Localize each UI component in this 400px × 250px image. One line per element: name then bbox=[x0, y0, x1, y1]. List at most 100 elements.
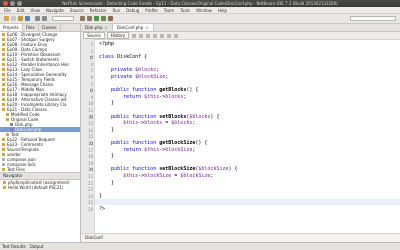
menu-view[interactable]: View bbox=[30, 8, 40, 13]
toggle-bookmark-icon[interactable] bbox=[152, 33, 157, 38]
tab-classes[interactable]: Classes bbox=[39, 24, 61, 31]
close-tab-icon[interactable]: × bbox=[104, 24, 107, 31]
function-icon bbox=[3, 181, 6, 184]
tab-test-results[interactable]: Test Results bbox=[2, 244, 26, 249]
back-icon[interactable] bbox=[131, 33, 136, 38]
comment-icon[interactable] bbox=[173, 33, 178, 38]
debug-icon[interactable] bbox=[101, 16, 106, 21]
open-project-icon[interactable] bbox=[18, 16, 23, 21]
profile-icon[interactable] bbox=[108, 16, 113, 21]
navigator-item-label: Hello World (default PSC21) bbox=[8, 185, 64, 190]
tab-diskconf-php[interactable]: DiskConf.php × bbox=[112, 24, 154, 31]
line-number: 21 bbox=[88, 174, 93, 179]
code-line: private $blocks; bbox=[111, 67, 160, 74]
folder-icon bbox=[6, 133, 9, 136]
line-number-gutter: 1234567891011121314151617181920212223242… bbox=[81, 39, 95, 234]
fold-toggle-icon[interactable] bbox=[90, 55, 93, 59]
shift-left-icon[interactable] bbox=[159, 33, 164, 38]
fold-toggle-icon[interactable] bbox=[90, 115, 93, 119]
menu-run[interactable]: Run bbox=[112, 8, 120, 13]
code-line: } bbox=[99, 179, 115, 186]
menu-team[interactable]: Team bbox=[164, 8, 175, 13]
find-icon[interactable] bbox=[145, 33, 150, 38]
code-line: ?> bbox=[99, 206, 106, 212]
code-line: public function setBlockSize($blockSize)… bbox=[111, 166, 238, 173]
line-number: 18 bbox=[88, 154, 93, 160]
history-view-button[interactable]: History bbox=[106, 32, 129, 39]
main-toolbar bbox=[0, 14, 400, 24]
tab-label: DiskConf.php bbox=[116, 25, 144, 30]
source-view-button[interactable]: Source bbox=[83, 32, 105, 39]
menu-debug[interactable]: Debug bbox=[126, 8, 139, 13]
new-file-icon[interactable] bbox=[11, 16, 16, 21]
code-line: public function setBlocks($blocks) { bbox=[111, 113, 220, 120]
redo-icon[interactable] bbox=[42, 16, 47, 21]
navigator-item[interactable]: Hello World (default PSC21) bbox=[0, 185, 80, 190]
folder-icon bbox=[2, 53, 5, 56]
menu-tools[interactable]: Tools bbox=[180, 8, 190, 13]
tab-output[interactable]: Output bbox=[30, 244, 44, 249]
folder-icon bbox=[2, 108, 5, 111]
line-number: 5 bbox=[90, 68, 93, 74]
editor-panel: Disk.php × DiskConf.php × Source History… bbox=[81, 24, 400, 242]
tab-projects[interactable]: Projects bbox=[0, 24, 23, 31]
code-line: } bbox=[99, 126, 115, 133]
code-line: class DiskConf { bbox=[99, 54, 148, 61]
function-icon bbox=[3, 186, 6, 189]
forward-icon[interactable] bbox=[138, 33, 143, 38]
folder-icon bbox=[2, 48, 5, 51]
line-number: 25 bbox=[88, 200, 93, 206]
editor-tabs: Disk.php × DiskConf.php × bbox=[81, 24, 400, 32]
folder-icon bbox=[2, 98, 5, 101]
folder-icon bbox=[2, 148, 5, 151]
folder-icon bbox=[2, 103, 5, 106]
shift-right-icon[interactable] bbox=[166, 33, 171, 38]
code-line: } bbox=[99, 153, 115, 160]
run-icon[interactable] bbox=[94, 16, 99, 21]
menu-navigate[interactable]: Navigate bbox=[46, 8, 64, 13]
quick-search-input[interactable] bbox=[350, 16, 396, 21]
breadcrumb: DiskConf bbox=[81, 233, 400, 242]
menu-edit[interactable]: Edit bbox=[17, 8, 25, 13]
save-all-icon[interactable] bbox=[25, 16, 30, 21]
line-number: 15 bbox=[88, 134, 93, 140]
status-bar: Test Results Output bbox=[0, 242, 400, 250]
menu-file[interactable]: File bbox=[4, 8, 11, 13]
current-line-highlight bbox=[95, 199, 400, 206]
folder-icon bbox=[2, 78, 5, 81]
php-file-icon bbox=[10, 128, 13, 131]
tab-disk-php[interactable]: Disk.php × bbox=[81, 24, 113, 31]
code-line: return $this->blockSize; bbox=[123, 146, 196, 153]
menu-help[interactable]: Help bbox=[218, 8, 227, 13]
menu-window[interactable]: Window bbox=[196, 8, 212, 13]
menu-profile[interactable]: Profile bbox=[145, 8, 157, 13]
undo-icon[interactable] bbox=[35, 16, 40, 21]
folder-icon bbox=[2, 83, 5, 86]
title-bar: NetTuts Screencasts - Detecting Code Sme… bbox=[0, 0, 400, 7]
clean-build-icon[interactable] bbox=[87, 16, 92, 21]
line-number: 4 bbox=[90, 61, 93, 67]
config-select-icon[interactable] bbox=[52, 16, 74, 21]
navigator-tabs: Navigator bbox=[0, 172, 80, 180]
breadcrumb-item[interactable]: DiskConf bbox=[81, 235, 103, 240]
code-line: return $this->blocks; bbox=[123, 93, 187, 100]
navigator-panel: Navigator phpforsphinxtest (assignment) … bbox=[0, 172, 80, 242]
line-number: 24 bbox=[88, 193, 93, 199]
close-tab-icon[interactable]: × bbox=[145, 24, 148, 31]
tab-navigator[interactable]: Navigator bbox=[0, 173, 26, 179]
code-area[interactable]: <?php class DiskConf { private $blocks; p… bbox=[95, 39, 400, 234]
new-project-icon[interactable] bbox=[4, 16, 9, 21]
fold-toggle-icon[interactable] bbox=[90, 88, 93, 92]
code-line: private $blockSize; bbox=[111, 74, 169, 80]
folder-icon bbox=[6, 118, 9, 121]
fold-toggle-icon[interactable] bbox=[90, 167, 93, 171]
menu-refactor[interactable]: Refactor bbox=[90, 8, 107, 13]
tab-files[interactable]: Files bbox=[23, 24, 39, 31]
line-number: 6 bbox=[90, 75, 93, 80]
fold-toggle-icon[interactable] bbox=[90, 141, 93, 145]
line-number: 17 bbox=[88, 147, 93, 153]
code-line: } bbox=[99, 192, 103, 199]
menu-source[interactable]: Source bbox=[70, 8, 84, 13]
line-number: 26 bbox=[88, 207, 93, 212]
build-icon[interactable] bbox=[80, 16, 85, 21]
